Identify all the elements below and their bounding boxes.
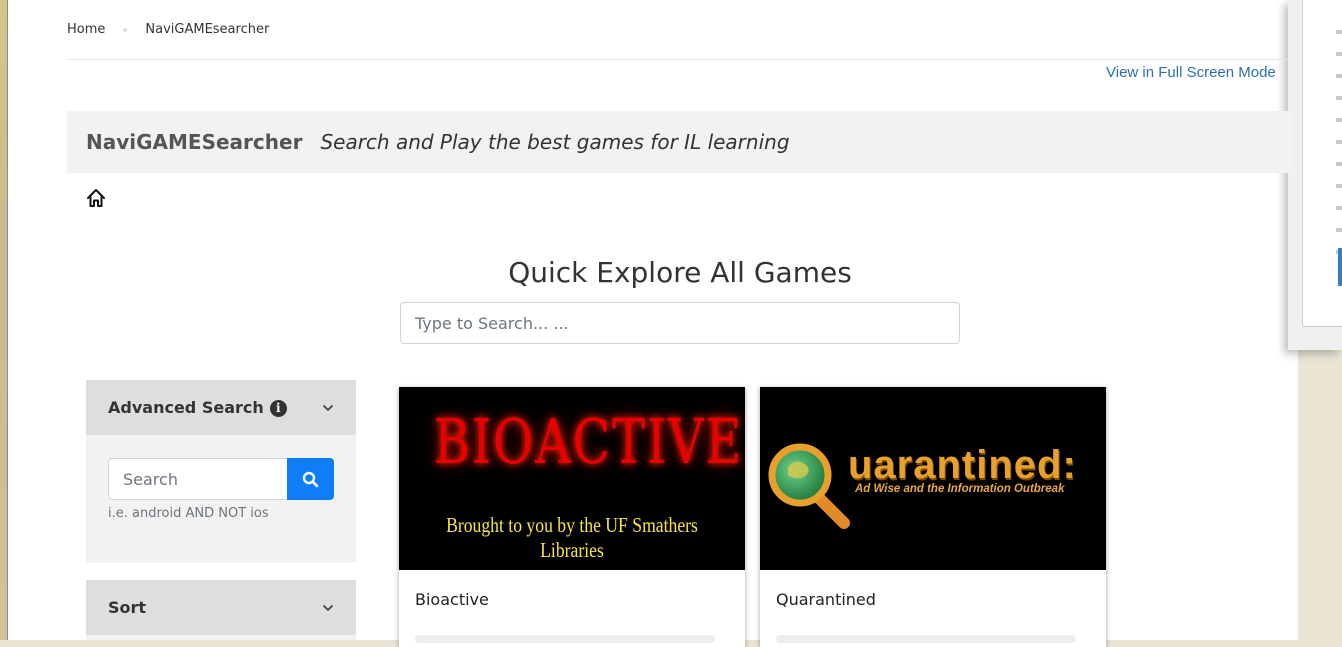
thumbnail-subtitle: Brought to you by the UF Smathers Librar… [446,513,698,562]
advanced-search-title-wrap: Advanced Search i [108,398,287,417]
overlapping-window [1288,0,1342,350]
thumbnail-title: BIOACTIVE [433,405,744,478]
breadcrumb-separator [123,27,128,32]
breadcrumb-current[interactable]: NaviGAMEsearcher [145,22,269,37]
site-title-bar: NaviGAMESearcher Search and Play the bes… [67,111,1292,173]
site-tagline: Search and Play the best games for IL le… [320,130,790,154]
game-card-title[interactable]: Quarantined [776,590,876,609]
thumbnail-title: uarantined: [848,443,1077,487]
info-icon[interactable]: i [269,400,287,417]
search-icon [302,471,319,487]
quick-search-input[interactable] [400,302,960,344]
game-card-title[interactable]: Bioactive [415,590,489,609]
game-card-description [776,635,1076,643]
advanced-search-body: i.e. android AND NOT ios [86,435,356,563]
site-brand: NaviGAMESearcher [86,130,303,154]
advanced-search-button[interactable] [287,458,334,500]
page-title: Quick Explore All Games [508,256,852,289]
full-screen-mode-link[interactable]: View in Full Screen Mode [1106,64,1276,81]
breadcrumb-divider [67,59,1292,60]
sort-title: Sort [108,598,147,617]
overlapping-window-text-fragments [1336,30,1342,260]
game-card-bioactive[interactable]: BIOACTIVE Brought to you by the UF Smath… [399,387,745,647]
home-icon[interactable] [85,187,107,209]
sort-header[interactable]: Sort [86,580,356,635]
advanced-search-title: Advanced Search [108,398,264,417]
advanced-search-hint: i.e. android AND NOT ios [108,506,269,521]
chevron-down-icon[interactable] [322,602,334,614]
overlapping-window-scrollbar[interactable] [1338,248,1342,286]
thumbnail-subtitle: Ad Wise and the Information Outbreak [855,483,1065,495]
game-thumbnail-bioactive[interactable]: BIOACTIVE Brought to you by the UF Smath… [399,387,745,570]
chevron-down-icon[interactable] [322,402,334,414]
sort-body [86,635,356,640]
game-thumbnail-quarantined[interactable]: uarantined: Ad Wise and the Information … [760,387,1106,570]
game-card-quarantined[interactable]: uarantined: Ad Wise and the Information … [760,387,1106,647]
advanced-search-input[interactable] [108,458,288,500]
breadcrumb-home-link[interactable]: Home [67,22,105,37]
advanced-search-header[interactable]: Advanced Search i [86,380,356,435]
left-background-strip [0,0,7,640]
breadcrumb: Home NaviGAMEsearcher [67,22,269,37]
game-card-description [415,635,715,643]
